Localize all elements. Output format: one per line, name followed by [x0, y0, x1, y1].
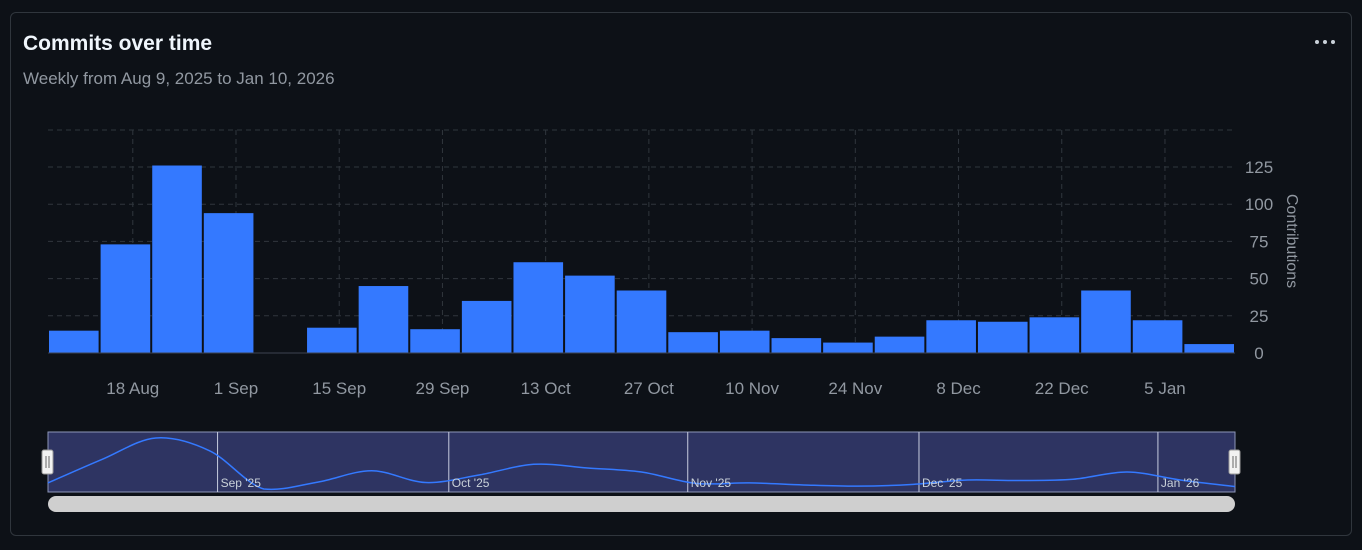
bar[interactable] — [1081, 290, 1131, 353]
x-tick-label: 15 Sep — [312, 379, 366, 398]
navigator-month-label: Dec '25 — [922, 476, 963, 490]
y-tick-label: 0 — [1254, 344, 1263, 363]
y-tick-label: 100 — [1245, 195, 1273, 214]
navigator-right-handle[interactable] — [1228, 449, 1241, 475]
x-tick-label: 27 Oct — [624, 379, 674, 398]
x-tick-label: 22 Dec — [1035, 379, 1089, 398]
x-tick-label: 8 Dec — [936, 379, 981, 398]
navigator-month-label: Jan '26 — [1161, 476, 1200, 490]
bar[interactable] — [100, 244, 151, 353]
navigator-month-label: Nov '25 — [691, 476, 732, 490]
bar[interactable] — [616, 290, 667, 353]
bar[interactable] — [307, 327, 357, 353]
bar[interactable] — [1029, 317, 1080, 353]
bar[interactable] — [771, 338, 822, 353]
y-tick-label: 25 — [1250, 307, 1269, 326]
bar[interactable] — [49, 330, 99, 353]
y-axis-labels: 0 25 50 75 100 125 — [1245, 158, 1273, 363]
range-navigator[interactable]: Sep '25 Oct '25 Nov '25 Dec '25 Jan '26 — [41, 431, 1241, 493]
x-tick-label: 29 Sep — [415, 379, 469, 398]
bar[interactable] — [668, 332, 718, 353]
bar[interactable] — [1184, 344, 1234, 353]
x-axis-labels: 18 Aug 1 Sep 15 Sep 29 Sep 13 Oct 27 Oct 10 No… — [106, 379, 1185, 398]
bar[interactable] — [874, 336, 925, 353]
x-tick-label: 13 Oct — [521, 379, 571, 398]
bar[interactable] — [152, 165, 202, 353]
commits-chart: 18 Aug 1 Sep 15 Sep 29 Sep 13 Oct 27 Oct 10 No… — [41, 129, 1300, 512]
bar[interactable] — [1132, 320, 1183, 353]
bar[interactable] — [513, 262, 564, 353]
x-tick-label: 1 Sep — [214, 379, 258, 398]
bar[interactable] — [358, 286, 409, 353]
bar[interactable] — [203, 213, 254, 353]
navigator-left-handle[interactable] — [41, 449, 54, 475]
y-tick-label: 125 — [1245, 158, 1273, 177]
bar[interactable] — [565, 275, 615, 353]
x-tick-label: 10 Nov — [725, 379, 779, 398]
x-tick-label: 24 Nov — [828, 379, 882, 398]
bar[interactable] — [977, 321, 1028, 353]
y-axis-title: Contributions — [1283, 194, 1300, 288]
navigator-month-label: Sep '25 — [221, 476, 262, 490]
y-tick-label: 75 — [1250, 232, 1269, 251]
bar[interactable] — [926, 320, 976, 353]
bar[interactable] — [410, 329, 460, 353]
bar[interactable] — [823, 342, 873, 353]
bar[interactable] — [461, 300, 512, 353]
navigator-month-label: Oct '25 — [452, 476, 490, 490]
bar-series — [48, 165, 1235, 354]
navigator-scrollbar[interactable] — [48, 496, 1235, 512]
bar[interactable] — [719, 330, 770, 353]
y-tick-label: 50 — [1250, 270, 1269, 289]
x-tick-label: 18 Aug — [106, 379, 159, 398]
x-tick-label: 5 Jan — [1144, 379, 1186, 398]
